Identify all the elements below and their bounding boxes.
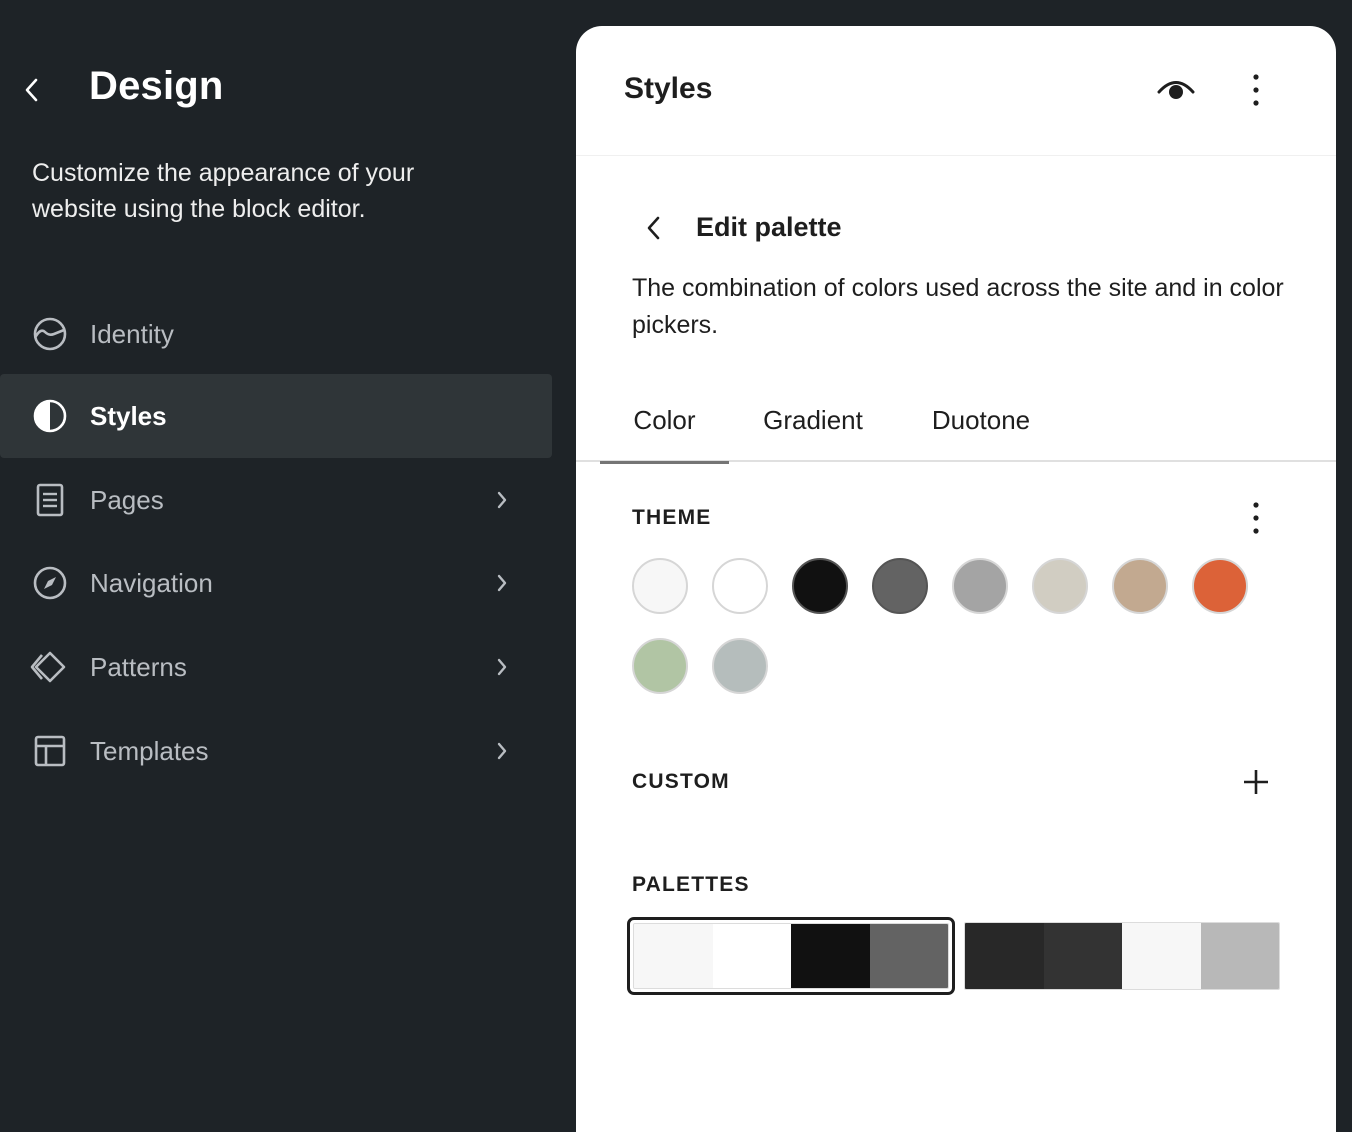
theme-color-swatch[interactable] bbox=[632, 638, 688, 694]
palette-tabs: Color Gradient Duotone bbox=[576, 378, 1336, 464]
sidebar-item-label: Navigation bbox=[90, 567, 213, 598]
palette-option[interactable] bbox=[964, 922, 1280, 990]
chevron-right-icon bbox=[490, 655, 514, 679]
palette-color-segment bbox=[712, 924, 791, 988]
panel-header: Styles bbox=[576, 26, 1336, 156]
palette-color-segment bbox=[634, 924, 713, 988]
back-to-colors-button[interactable] bbox=[634, 208, 674, 248]
theme-color-swatch[interactable] bbox=[1032, 558, 1088, 614]
palette-color-segment bbox=[1122, 923, 1201, 989]
tab-duotone[interactable]: Duotone bbox=[916, 378, 1046, 462]
palette-color-segment bbox=[869, 924, 948, 988]
preview-button[interactable] bbox=[1152, 66, 1200, 114]
palette-color-strip bbox=[964, 922, 1280, 990]
chevron-left-icon bbox=[647, 216, 660, 240]
add-custom-color-button[interactable] bbox=[1232, 758, 1280, 806]
plus-icon bbox=[1244, 770, 1268, 794]
sidebar-description: Customize the appearance of your website… bbox=[32, 159, 415, 223]
sidebar-item-pages[interactable]: Pages bbox=[0, 458, 552, 542]
styles-panel: Styles Edit palette The combination of c… bbox=[576, 26, 1336, 1132]
navigation-icon bbox=[30, 563, 70, 603]
sidebar-item-label: Pages bbox=[90, 484, 164, 515]
sidebar-item-label: Styles bbox=[90, 400, 167, 431]
identity-icon bbox=[30, 314, 70, 354]
theme-color-swatch[interactable] bbox=[1192, 558, 1248, 614]
tab-gradient[interactable]: Gradient bbox=[748, 378, 878, 462]
more-options-button[interactable] bbox=[1232, 66, 1280, 114]
sidebar-item-styles[interactable]: Styles bbox=[0, 374, 552, 458]
sidebar-item-templates[interactable]: Templates bbox=[0, 709, 552, 793]
back-button[interactable] bbox=[14, 72, 50, 108]
sidebar-item-identity[interactable]: Identity bbox=[0, 292, 552, 376]
theme-color-swatch[interactable] bbox=[952, 558, 1008, 614]
subpage-title: Edit palette bbox=[696, 212, 842, 242]
palette-color-segment bbox=[791, 924, 870, 988]
sidebar-item-label: Identity bbox=[90, 318, 174, 349]
theme-color-swatch[interactable] bbox=[1112, 558, 1168, 614]
chevron-right-icon bbox=[490, 739, 514, 763]
patterns-icon bbox=[30, 647, 70, 687]
palette-color-segment bbox=[965, 923, 1044, 989]
eye-icon bbox=[1157, 81, 1195, 99]
palette-color-strip bbox=[633, 923, 949, 989]
theme-color-swatch[interactable] bbox=[792, 558, 848, 614]
templates-icon bbox=[30, 731, 70, 771]
theme-color-swatch[interactable] bbox=[712, 638, 768, 694]
more-vertical-icon bbox=[1253, 502, 1259, 534]
styles-icon bbox=[30, 396, 70, 436]
sidebar-item-patterns[interactable]: Patterns bbox=[0, 625, 552, 709]
palette-option[interactable] bbox=[627, 917, 955, 995]
sidebar-item-label: Templates bbox=[90, 735, 209, 766]
theme-options-button[interactable] bbox=[1232, 494, 1280, 542]
palette-color-segment bbox=[1200, 923, 1279, 989]
theme-color-swatch[interactable] bbox=[872, 558, 928, 614]
sidebar-item-label: Patterns bbox=[90, 651, 187, 682]
chevron-right-icon bbox=[490, 571, 514, 595]
more-vertical-icon bbox=[1253, 74, 1259, 106]
sidebar: Design Customize the appearance of your … bbox=[0, 0, 576, 1132]
tab-color[interactable]: Color bbox=[600, 378, 729, 464]
theme-color-swatch[interactable] bbox=[632, 558, 688, 614]
pages-icon bbox=[30, 480, 70, 520]
sidebar-title: Design bbox=[89, 64, 224, 108]
subpage-description: The combination of colors used across th… bbox=[632, 274, 1284, 339]
sidebar-item-navigation[interactable]: Navigation bbox=[0, 541, 552, 625]
theme-color-swatch[interactable] bbox=[712, 558, 768, 614]
palette-color-segment bbox=[1043, 923, 1122, 989]
chevron-right-icon bbox=[490, 488, 514, 512]
panel-title: Styles bbox=[624, 72, 713, 105]
custom-section-label: CUSTOM bbox=[632, 770, 730, 793]
chevron-left-icon bbox=[25, 78, 38, 102]
palettes-section-label: PALETTES bbox=[632, 873, 750, 896]
theme-section-label: THEME bbox=[632, 506, 712, 529]
